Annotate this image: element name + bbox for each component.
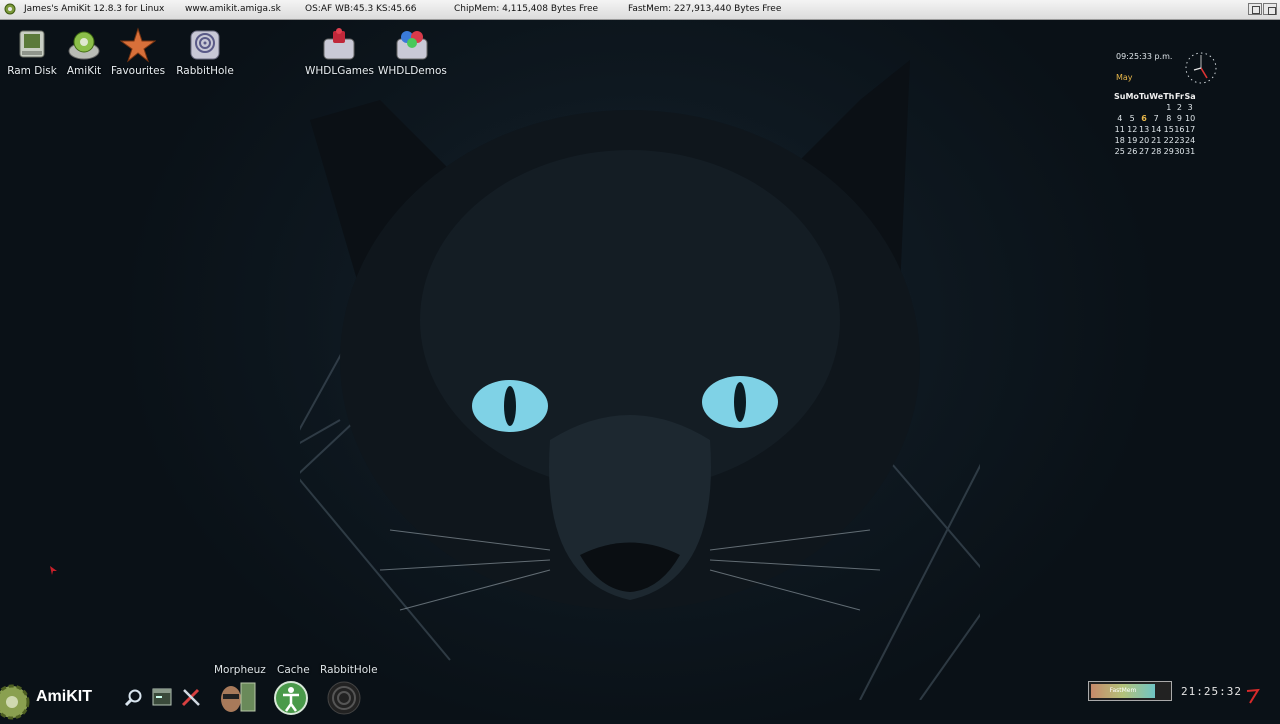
calendar-weekday: Tu <box>1138 92 1150 101</box>
calendar-day[interactable]: 23 <box>1174 135 1184 146</box>
dock-label-cache: Cache <box>277 664 310 676</box>
amikit-logo-text: AmiKIT <box>36 688 92 705</box>
calendar-week-row: 11 12 13 14 15 16 17 <box>1114 124 1196 135</box>
calendar-day[interactable]: 4 <box>1114 113 1125 124</box>
depth-gadget-icon[interactable] <box>1248 3 1262 15</box>
calendar-day[interactable]: 20 <box>1139 135 1149 146</box>
calendar-day[interactable]: 17 <box>1185 124 1196 135</box>
desktop-icon-whdlgames[interactable]: WHDLGames <box>305 27 374 77</box>
dock-label-morpheuz: Morpheuz <box>214 664 266 676</box>
calendar-day[interactable]: 24 <box>1185 135 1196 146</box>
calendar-day[interactable]: 28 <box>1149 146 1163 157</box>
calendar-weekday: Sa <box>1184 92 1196 101</box>
calendar-day[interactable]: 14 <box>1149 124 1163 135</box>
calendar-day[interactable]: 12 <box>1125 124 1138 135</box>
black-cat-wallpaper-image <box>300 60 980 700</box>
calendar-day[interactable]: 15 <box>1163 124 1174 135</box>
desktop-icon-rabbithole[interactable]: RabbitHole <box>175 27 235 77</box>
amikit-gear-dock-icon[interactable] <box>0 676 34 724</box>
calendar-day[interactable]: 13 <box>1139 124 1149 135</box>
calendar-day[interactable]: 6 <box>1139 113 1149 124</box>
screen-title-bar: James's AmiKit 12.8.3 for Linux www.amik… <box>0 0 1280 20</box>
calendar-month: May <box>1116 73 1133 82</box>
fastmem-gauge-bar: FastMem <box>1091 684 1155 698</box>
calendar-day[interactable]: 18 <box>1114 135 1125 146</box>
calendar-week-row: 18 19 20 21 22 23 24 <box>1114 135 1196 146</box>
desktop-icon-whdldemos[interactable]: WHDLDemos <box>378 27 447 77</box>
fastmem-info: FastMem: 227,913,440 Bytes Free <box>628 4 782 14</box>
calendar-weekday: Fr <box>1174 92 1184 101</box>
desktop-icon-ram-disk[interactable]: Ram Disk <box>5 27 59 77</box>
search-icon[interactable] <box>124 688 144 712</box>
dock-label-rabbithole: RabbitHole <box>320 664 378 676</box>
ram-disk-icon <box>14 27 50 63</box>
calendar-week-row: 123 <box>1114 102 1196 113</box>
calendar-time: 09:25:33 p.m. <box>1116 52 1173 61</box>
calendar-week-row: 25 26 27 28 29 30 31 <box>1114 146 1196 157</box>
calendar-day[interactable]: 10 <box>1185 113 1196 124</box>
calendar-day[interactable]: 2 <box>1174 102 1184 113</box>
calendar-day[interactable]: 11 <box>1114 124 1125 135</box>
desktop-icon-label: WHDLGames <box>305 65 374 77</box>
calendar-days: 1 2 3 4 5 6 7 8 9 10 11 12 13 14 15 16 17 18 19 20 21 22 23 24 2… <box>1114 102 1196 157</box>
calendar-day[interactable]: 22 <box>1163 135 1174 146</box>
calendar-day[interactable]: 16 <box>1174 124 1184 135</box>
amikit-logo[interactable]: AmiKIT <box>36 688 92 706</box>
calendar-day[interactable]: 8 <box>1163 113 1174 124</box>
desktop-icon-label: RabbitHole <box>176 65 234 77</box>
calendar-weekday: Th <box>1163 92 1175 101</box>
amikit-drive-icon <box>66 27 102 63</box>
whdl-games-icon <box>321 27 357 63</box>
calendar-weekday-row: Su Mo Tu We Th Fr Sa <box>1114 91 1196 102</box>
red-tick-icon[interactable] <box>1246 688 1260 708</box>
calendar-day[interactable] <box>1114 102 1125 113</box>
calendar-day[interactable]: 19 <box>1125 135 1138 146</box>
rabbithole-dock-icon[interactable] <box>326 680 362 720</box>
calendar-day[interactable] <box>1149 102 1163 113</box>
calendar-day[interactable]: 21 <box>1149 135 1163 146</box>
cache-dock-icon[interactable] <box>273 680 309 720</box>
calendar-day[interactable] <box>1139 102 1149 113</box>
calendar-day[interactable] <box>1125 102 1138 113</box>
rabbithole-drive-icon <box>187 27 223 63</box>
desktop-icon-label: Ram Disk <box>7 65 57 77</box>
version-info: OS:AF WB:45.3 KS:45.66 <box>305 4 417 14</box>
calendar-week-row: 4 5 6 7 8 9 10 <box>1114 113 1196 124</box>
calendar-day[interactable]: 27 <box>1139 146 1149 157</box>
calendar-day[interactable]: 7 <box>1149 113 1163 124</box>
shell-window-icon[interactable] <box>152 688 172 710</box>
analog-clock-icon <box>1185 52 1217 84</box>
star-icon <box>120 27 156 63</box>
screen-depth-gadget-icon[interactable] <box>1263 3 1277 15</box>
desktop-icon-label: Favourites <box>110 65 166 77</box>
website-text: www.amikit.amiga.sk <box>185 4 281 14</box>
desktop-icon-label: WHDLDemos <box>378 65 447 77</box>
fastmem-gauge: FastMem <box>1088 681 1172 701</box>
desktop-icon-favourites[interactable]: Favourites <box>110 27 166 77</box>
calendar-weekday: We <box>1149 92 1164 101</box>
calendar-grid: Su Mo Tu We Th Fr Sa 1 2 3 4 5 6 7 8 9 10 11 12 13 14 15 16 17… <box>1114 91 1196 157</box>
calendar-day[interactable]: 30 <box>1174 146 1184 157</box>
calendar-day[interactable]: 26 <box>1125 146 1138 157</box>
desktop-icon-label: AmiKit <box>66 65 102 77</box>
calendar-weekday: Su <box>1114 92 1126 101</box>
amikit-gear-icon[interactable] <box>4 3 16 15</box>
desktop-icon-amikit[interactable]: AmiKit <box>60 27 108 77</box>
tools-icon[interactable] <box>180 687 202 711</box>
chipmem-info: ChipMem: 4,115,408 Bytes Free <box>454 4 599 14</box>
whdl-demos-icon <box>394 27 430 63</box>
taskbar-clock: 21:25:32 <box>1181 685 1242 698</box>
calendar-day[interactable]: 1 <box>1163 102 1174 113</box>
desktop-wallpaper <box>0 20 1280 720</box>
calendar-day[interactable]: 5 <box>1125 113 1138 124</box>
calendar-day[interactable]: 25 <box>1114 146 1125 157</box>
calendar-day[interactable]: 3 <box>1185 102 1196 113</box>
morpheuz-dock-icon[interactable] <box>219 681 257 719</box>
calendar-day[interactable]: 29 <box>1163 146 1174 157</box>
mouse-pointer-icon <box>50 566 57 575</box>
calendar-day[interactable]: 9 <box>1174 113 1184 124</box>
screen-title: James's AmiKit 12.8.3 for Linux <box>24 4 165 14</box>
calendar-day[interactable]: 31 <box>1185 146 1196 157</box>
calendar-weekday: Mo <box>1125 92 1139 101</box>
